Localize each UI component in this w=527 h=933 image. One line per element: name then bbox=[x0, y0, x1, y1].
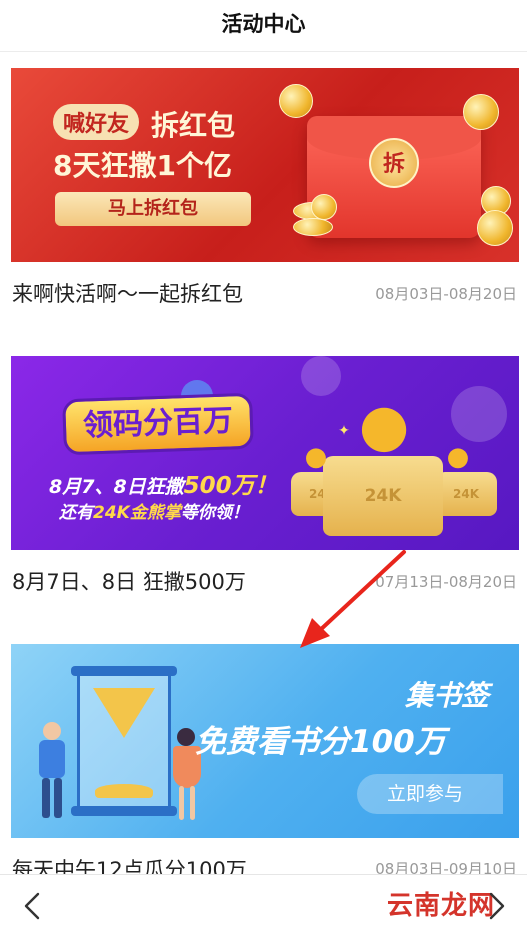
activity-banner-code-million[interactable]: 领码分百万 8月7、8日狂撒500万！ 还有24K金熊掌等你领！ 24K 24K… bbox=[11, 356, 519, 550]
coin-icon bbox=[311, 194, 337, 220]
activity-banner-red-packet[interactable]: 喊好友 拆红包 8天狂撒1个亿 马上拆红包 拆 bbox=[11, 68, 519, 262]
invite-friends-pill: 喊好友 bbox=[53, 104, 140, 140]
activity-date-range: 08月03日-08月20日 bbox=[375, 285, 517, 303]
header: 活动中心 bbox=[0, 0, 527, 52]
activity-banner-bookmark[interactable]: 集书签 免费看书分100万 立即参与 bbox=[11, 644, 519, 838]
activity-title[interactable]: 8月7日、8日 狂撒500万 bbox=[12, 566, 246, 596]
golden-paw-icon: ● bbox=[358, 391, 410, 459]
decorative-bubble bbox=[451, 386, 507, 442]
coin-icon bbox=[463, 94, 499, 130]
coin-icon bbox=[293, 218, 333, 236]
coin-icon bbox=[279, 84, 313, 118]
campaign-logo: 领码分百万 bbox=[62, 392, 254, 456]
man-illustration bbox=[33, 722, 73, 822]
red-envelope-icon: 拆 bbox=[307, 116, 481, 238]
forward-arrow-icon[interactable] bbox=[479, 889, 513, 923]
banner-headline-1: 拆红包 bbox=[151, 109, 236, 142]
sparkle-icon: ✦ bbox=[338, 423, 350, 439]
banner-line-2: 还有24K金熊掌等你领！ bbox=[59, 503, 249, 523]
open-red-packet-button[interactable]: 马上拆红包 bbox=[55, 192, 251, 226]
envelope-seal: 拆 bbox=[369, 138, 419, 188]
bottom-navigation-bar: 云南龙网 bbox=[0, 874, 527, 933]
banner-headline: 免费看书分100万 bbox=[195, 724, 446, 760]
decorative-bubble bbox=[301, 356, 341, 396]
banner-tag: 集书签 bbox=[404, 679, 489, 712]
page-title: 活动中心 bbox=[221, 12, 306, 36]
banner-line-1: 8月7、8日狂撒500万！ bbox=[49, 473, 278, 499]
banner-headline-2: 8天狂撒1个亿 bbox=[53, 149, 232, 182]
gold-pedestal-center: 24K bbox=[323, 456, 443, 536]
golden-paw-icon: ● bbox=[304, 442, 328, 472]
activity-date-range: 07月13日-08月20日 bbox=[375, 573, 517, 591]
join-now-button[interactable]: 立即参与 bbox=[357, 774, 503, 814]
hourglass-icon bbox=[71, 666, 177, 816]
activity-title[interactable]: 来啊快活啊～一起拆红包 bbox=[12, 278, 243, 308]
golden-paw-icon: ● bbox=[446, 442, 470, 472]
gold-pedestal-right: 24K bbox=[435, 472, 497, 516]
back-arrow-icon[interactable] bbox=[16, 889, 50, 923]
coin-icon bbox=[477, 210, 513, 246]
